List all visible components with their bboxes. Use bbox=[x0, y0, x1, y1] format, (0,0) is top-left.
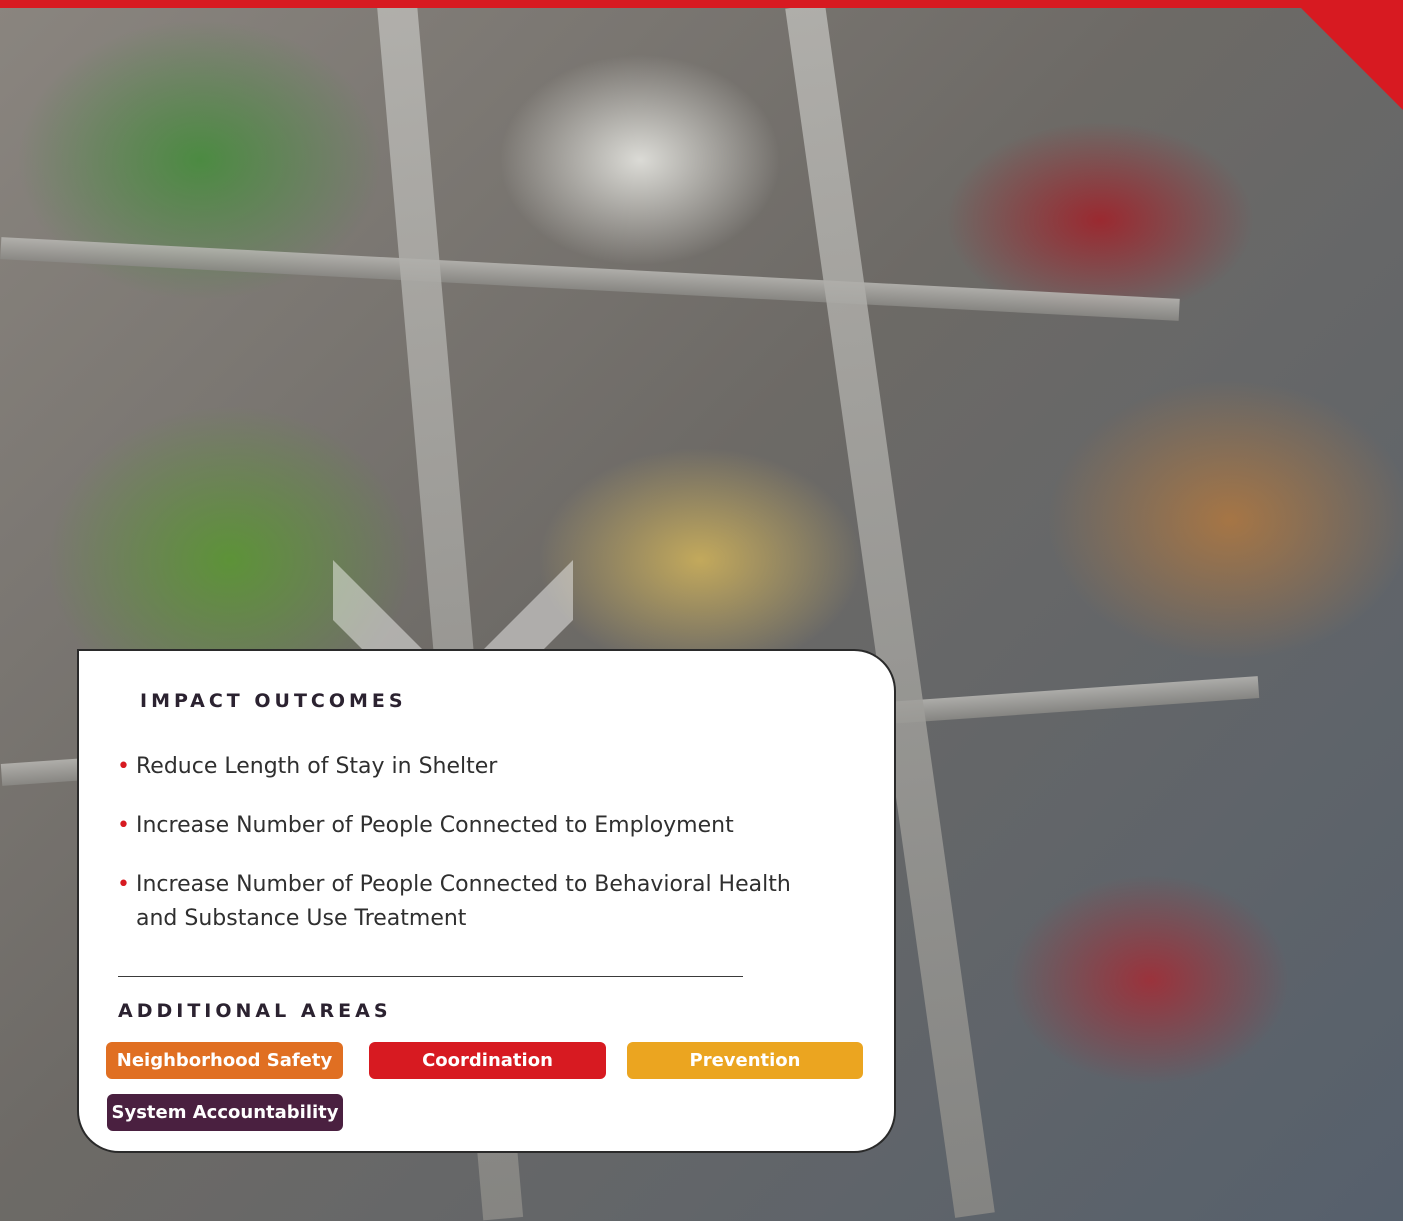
section-divider bbox=[118, 976, 743, 977]
tag-coordination: Coordination bbox=[369, 1042, 606, 1079]
bullet-dot: • bbox=[117, 813, 130, 838]
brand-corner bbox=[1293, 0, 1403, 110]
additional-areas-heading: ADDITIONAL AREAS bbox=[118, 1000, 392, 1022]
outcome-item: • Reduce Length of Stay in Shelter bbox=[117, 750, 817, 784]
outcome-text: Increase Number of People Connected to B… bbox=[136, 872, 791, 931]
brand-top-strip bbox=[0, 0, 1403, 8]
outcomes-list: • Reduce Length of Stay in Shelter • Inc… bbox=[117, 750, 817, 961]
tag-neighborhood-safety: Neighborhood Safety bbox=[106, 1042, 343, 1079]
rack-shelf bbox=[0, 237, 1180, 321]
bullet-dot: • bbox=[117, 754, 130, 779]
bullet-dot: • bbox=[117, 872, 130, 897]
impact-outcomes-heading: IMPACT OUTCOMES bbox=[140, 690, 407, 712]
outcome-item: • Increase Number of People Connected to… bbox=[117, 868, 796, 936]
outcome-text: Reduce Length of Stay in Shelter bbox=[136, 754, 498, 779]
outcome-text: Increase Number of People Connected to E… bbox=[136, 813, 734, 838]
tag-prevention: Prevention bbox=[627, 1042, 863, 1079]
tag-system-accountability: System Accountability bbox=[107, 1094, 343, 1131]
outcome-item: • Increase Number of People Connected to… bbox=[117, 809, 817, 843]
